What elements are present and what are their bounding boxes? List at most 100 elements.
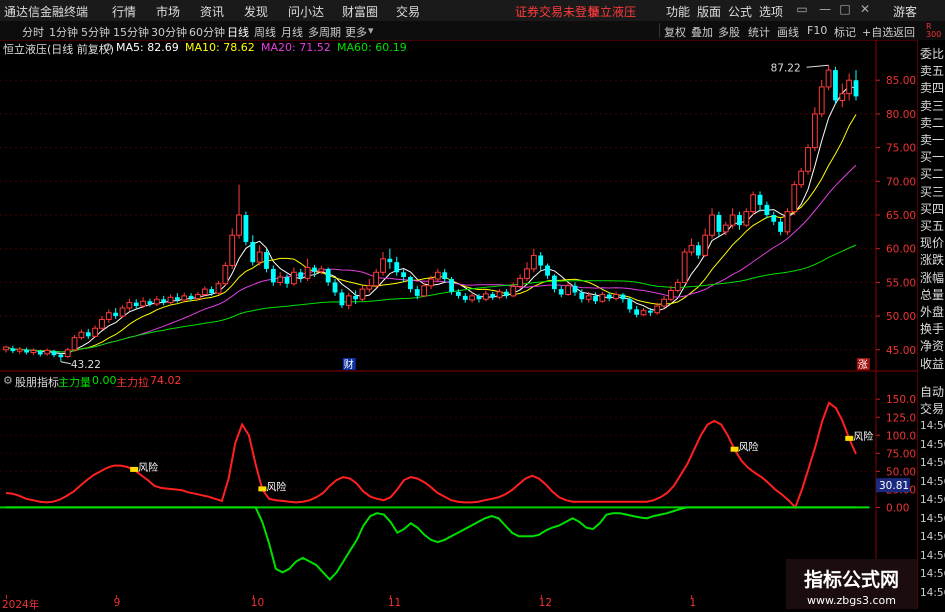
menu-banmian[interactable]: 版面 — [697, 3, 721, 20]
candle[interactable] — [126, 298, 133, 311]
candle[interactable] — [825, 65, 832, 91]
side-item[interactable]: 自动 — [920, 384, 945, 400]
candle[interactable] — [304, 258, 311, 282]
candle[interactable] — [606, 292, 612, 302]
candle[interactable] — [791, 181, 798, 215]
period-fenshi[interactable]: 分时 — [22, 24, 44, 40]
indicator-chart[interactable]: 150.0125.0100.075.0050.0025.000.00风险风险风险… — [0, 372, 917, 597]
candle[interactable] — [339, 289, 345, 308]
candle[interactable] — [764, 201, 770, 219]
candle[interactable] — [64, 347, 71, 358]
candle[interactable] — [434, 268, 441, 283]
side-item[interactable]: 涨跌 — [920, 252, 945, 268]
candle[interactable] — [737, 211, 742, 230]
candle[interactable] — [3, 345, 9, 353]
period-week[interactable]: 周线 — [254, 24, 276, 40]
candle[interactable] — [345, 292, 352, 310]
side-item[interactable]: 涨幅 — [920, 270, 945, 286]
side-item[interactable]: 买一 — [920, 149, 945, 165]
candle[interactable] — [798, 167, 805, 189]
period-day[interactable]: 日线 — [227, 24, 249, 40]
candle[interactable] — [161, 295, 167, 306]
candle[interactable] — [229, 228, 236, 269]
candle[interactable] — [387, 248, 393, 269]
candle[interactable] — [277, 272, 284, 286]
candlestick-chart[interactable]: 85.00 80.00 75.00 70.00 65.00 60.00 55.00 50.00… — [0, 40, 917, 372]
side-item[interactable]: 现价 — [920, 235, 945, 251]
period-multi[interactable]: 多周期 — [308, 24, 341, 40]
candle[interactable] — [558, 285, 564, 298]
side-item[interactable]: 净资 — [920, 338, 945, 354]
side-item[interactable]: 委比 — [920, 46, 945, 62]
candle[interactable] — [174, 293, 180, 303]
candle[interactable] — [729, 208, 736, 229]
user-label[interactable]: 游客 — [893, 3, 917, 20]
candle[interactable] — [236, 184, 242, 239]
candle[interactable] — [490, 291, 496, 300]
side-item[interactable]: 外盘 — [920, 304, 945, 320]
candle[interactable] — [92, 325, 99, 338]
tool-add-watch[interactable]: +自选 — [862, 24, 893, 40]
candle[interactable] — [681, 248, 688, 283]
candle[interactable] — [688, 238, 695, 256]
candle[interactable] — [805, 144, 811, 175]
candle[interactable] — [58, 353, 64, 362]
side-item[interactable]: 买五 — [920, 218, 945, 234]
candle[interactable] — [545, 263, 550, 280]
candle[interactable] — [661, 295, 667, 308]
candle[interactable] — [16, 347, 23, 354]
side-item[interactable]: 买二 — [920, 166, 945, 182]
period-month[interactable]: 月线 — [281, 24, 303, 40]
candle[interactable] — [133, 299, 139, 310]
candle[interactable] — [504, 289, 509, 299]
period-60min[interactable]: 60分钟 — [189, 24, 225, 40]
candle[interactable] — [784, 208, 791, 236]
candle[interactable] — [613, 291, 619, 301]
candle[interactable] — [250, 235, 256, 266]
candle[interactable] — [524, 262, 530, 282]
tool-huaxian[interactable]: 画线 — [777, 24, 799, 40]
candle[interactable] — [153, 295, 160, 306]
menu-xuanxiang[interactable]: 选项 — [759, 3, 783, 20]
menu-hangqing[interactable]: 行情 — [112, 3, 136, 20]
candle[interactable] — [373, 268, 380, 288]
side-item[interactable]: 卖二 — [920, 115, 945, 131]
restore-icon[interactable]: ▭ — [795, 2, 809, 16]
candle[interactable] — [530, 248, 537, 273]
candle[interactable] — [482, 290, 489, 302]
side-item[interactable]: 换手 — [920, 321, 945, 337]
menu-gongshi[interactable]: 公式 — [728, 3, 752, 20]
tool-back[interactable]: 返回 — [893, 24, 915, 40]
candle[interactable] — [634, 305, 640, 318]
tool-tongji[interactable]: 统计 — [748, 24, 770, 40]
candle[interactable] — [709, 208, 715, 239]
candle[interactable] — [78, 329, 85, 340]
candle[interactable] — [743, 208, 750, 228]
candle[interactable] — [833, 66, 838, 104]
candle[interactable] — [298, 268, 304, 283]
candle[interactable] — [291, 267, 297, 286]
candle[interactable] — [496, 289, 503, 300]
candle[interactable] — [538, 252, 544, 271]
candle[interactable] — [716, 211, 722, 237]
candle[interactable] — [627, 297, 633, 313]
candle[interactable] — [359, 285, 366, 302]
candle[interactable] — [215, 281, 222, 295]
candle[interactable] — [264, 248, 269, 273]
candle[interactable] — [10, 345, 16, 354]
side-item[interactable]: 卖三 — [920, 98, 945, 114]
maximize-icon[interactable]: □ — [838, 2, 852, 16]
menu-zixun[interactable]: 资讯 — [200, 3, 224, 20]
risk-tag[interactable]: 风险 — [130, 461, 158, 474]
period-1min[interactable]: 1分钟 — [49, 24, 78, 40]
tool-biaoji[interactable]: 标记 — [834, 24, 856, 40]
menu-caifuquan[interactable]: 财富圈 — [342, 3, 378, 20]
side-item[interactable]: 买三 — [920, 184, 945, 200]
menu-gongneng[interactable]: 功能 — [666, 3, 690, 20]
side-item[interactable]: 卖四 — [920, 80, 945, 96]
candle[interactable] — [839, 83, 846, 108]
candle[interactable] — [702, 228, 709, 257]
candle[interactable] — [853, 70, 859, 101]
minimize-icon[interactable]: — — [818, 2, 832, 16]
candle[interactable] — [750, 191, 757, 215]
